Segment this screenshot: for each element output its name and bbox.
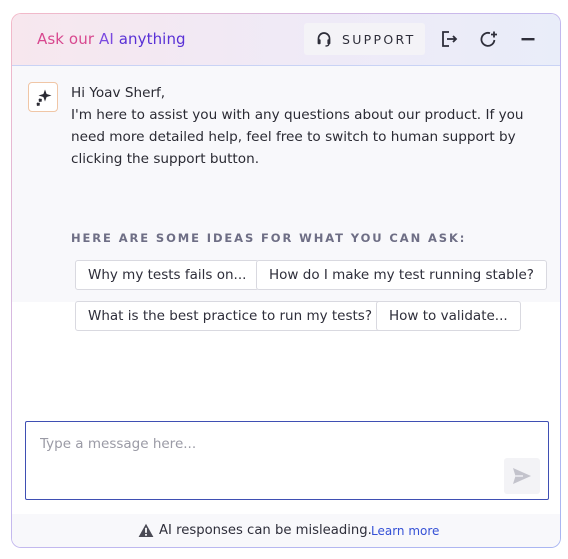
- support-label: SUPPORT: [342, 32, 416, 47]
- learn-more-link[interactable]: Learn more: [371, 524, 439, 538]
- title-part-2: AI: [98, 30, 119, 48]
- exit-icon[interactable]: [440, 30, 458, 48]
- chat-panel: Ask our AI anything SUPPORT Hi Yoav Sher…: [12, 14, 560, 547]
- minimize-icon[interactable]: [520, 30, 536, 48]
- message-composer: [25, 421, 549, 500]
- ideas-heading: HERE ARE SOME IDEAS FOR WHAT YOU CAN ASK…: [71, 231, 467, 245]
- title-part-1: Ask our: [37, 30, 99, 48]
- send-icon: [513, 468, 531, 484]
- chat-title: Ask our AI anything: [37, 30, 186, 48]
- new-chat-icon[interactable]: [479, 30, 497, 48]
- ai-chat-widget: Ask our AI anything SUPPORT Hi Yoav Sher…: [11, 13, 561, 548]
- sparkle-icon: [36, 89, 52, 107]
- message-input[interactable]: [38, 431, 502, 457]
- ai-message: Hi Yoav Sherf, I'm here to assist you wi…: [71, 82, 541, 170]
- title-part-3: anything: [118, 30, 186, 48]
- chat-messages: Hi Yoav Sherf, I'm here to assist you wi…: [12, 66, 560, 331]
- suggestion-chip[interactable]: How to validate...: [376, 301, 521, 331]
- chat-footer: AI responses can be misleading. Learn mo…: [12, 514, 560, 547]
- message-body: I'm here to assist you with any question…: [71, 107, 524, 167]
- send-button[interactable]: [504, 458, 540, 494]
- suggestion-chip[interactable]: What is the best practice to run my test…: [75, 301, 386, 331]
- warning-icon: [138, 523, 154, 537]
- chat-header: Ask our AI anything SUPPORT: [12, 14, 560, 66]
- disclaimer-text: AI responses can be misleading.: [159, 523, 372, 538]
- suggestion-chip[interactable]: How do I make my test running stable?: [256, 260, 547, 290]
- headset-icon: [317, 32, 331, 47]
- support-button[interactable]: SUPPORT: [304, 23, 425, 55]
- suggestion-chip[interactable]: Why my tests fails on...: [75, 260, 260, 290]
- ai-avatar: [28, 82, 58, 112]
- message-greeting: Hi Yoav Sherf,: [71, 85, 166, 101]
